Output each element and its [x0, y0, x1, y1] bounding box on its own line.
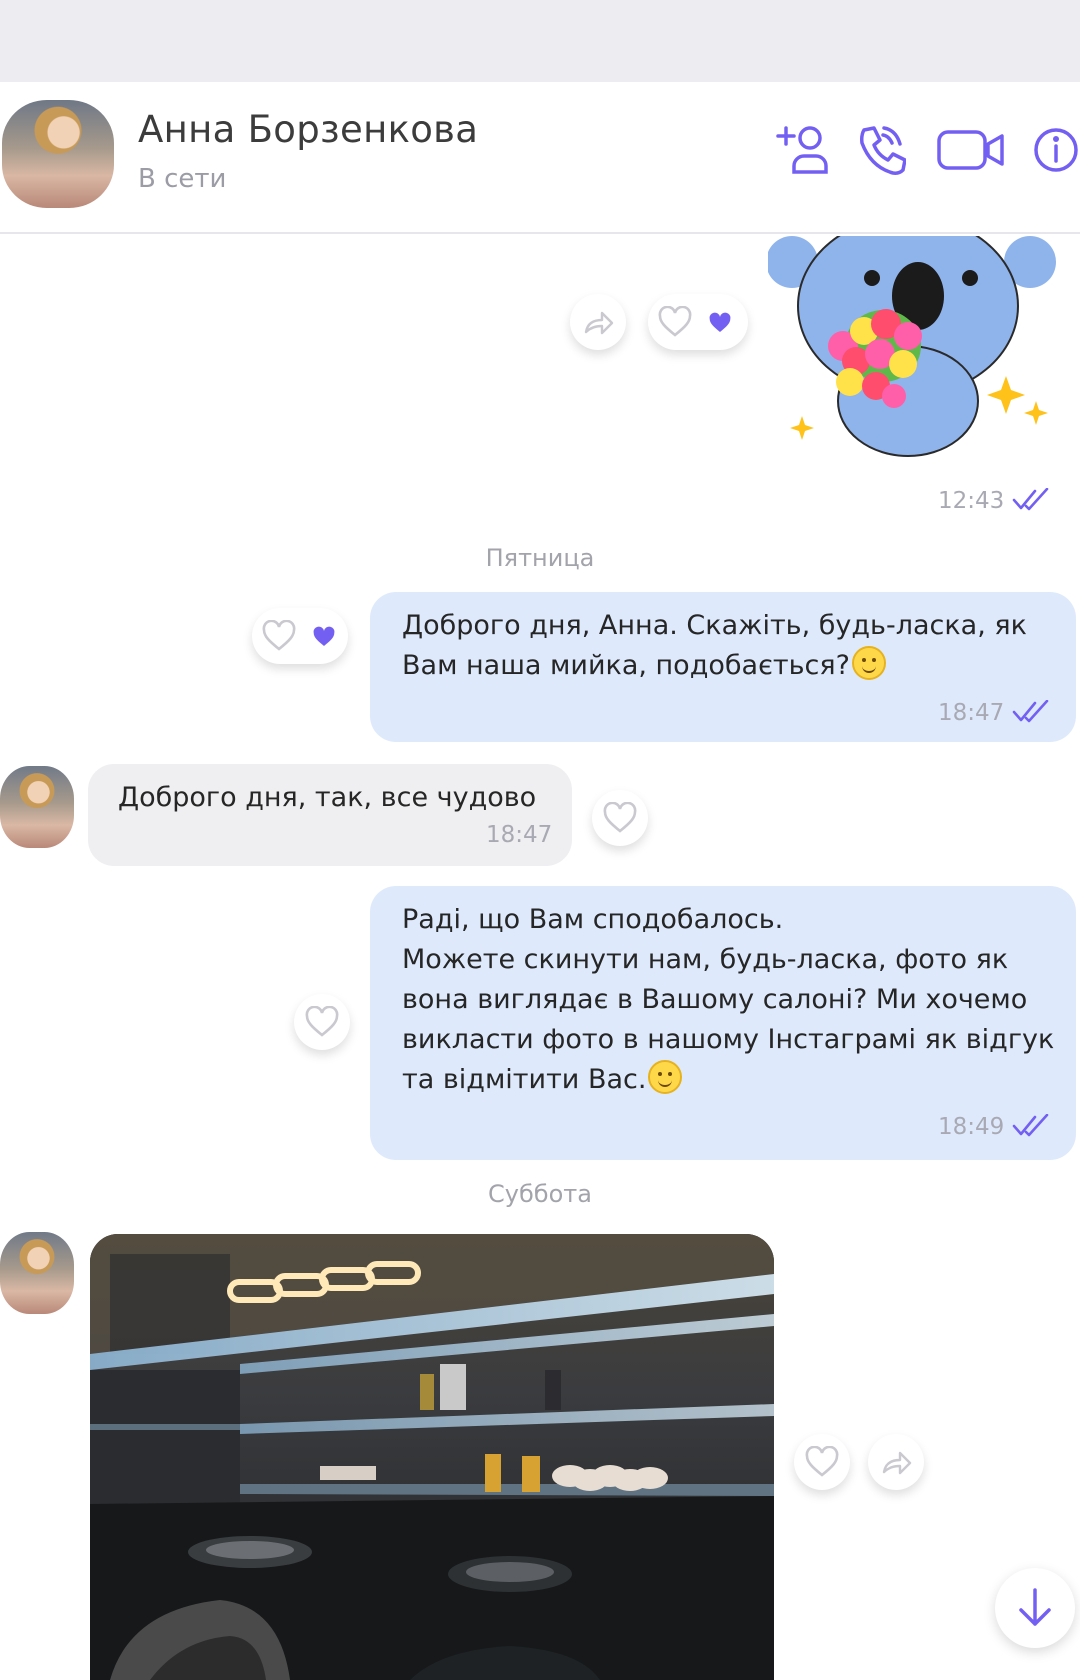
heart-filled-icon	[313, 626, 335, 646]
smile-emoji-icon	[648, 1060, 683, 1094]
outgoing-message-bubble[interactable]: Доброго дня, Анна. Скажіть, будь-ласка, …	[370, 592, 1076, 742]
smile-emoji-icon	[851, 646, 886, 680]
like-button[interactable]	[294, 994, 350, 1050]
day-separator: Суббота	[488, 1180, 592, 1208]
heart-outline-icon	[805, 1446, 839, 1477]
heart-outline-icon	[603, 802, 637, 833]
phone-icon[interactable]	[854, 122, 906, 178]
share-icon	[882, 1451, 912, 1475]
contact-avatar[interactable]	[2, 100, 114, 208]
message-time: 12:43	[938, 488, 1005, 514]
scroll-to-bottom-button[interactable]	[995, 1568, 1075, 1648]
video-icon[interactable]	[936, 122, 1006, 178]
contact-avatar-small[interactable]	[0, 1232, 74, 1314]
read-check-icon	[1012, 488, 1049, 511]
salon-photo[interactable]	[90, 1234, 774, 1680]
outgoing-message-bubble[interactable]: Раді, що Вам сподобалось. Можете скинути…	[370, 886, 1076, 1160]
read-check-icon	[1012, 700, 1049, 723]
contact-avatar-small[interactable]	[0, 766, 74, 848]
heart-outline-icon	[658, 306, 692, 337]
heart-outline-icon	[305, 1006, 339, 1037]
read-check-icon	[1012, 1114, 1049, 1137]
message-text-content: Доброго дня, Анна. Скажіть, будь-ласка, …	[402, 610, 1027, 681]
share-button[interactable]	[570, 294, 626, 350]
share-icon	[584, 311, 614, 335]
contact-status: В сети	[138, 164, 227, 194]
message-list[interactable]: 12:43 Пятница Доброго дня, Анна. Скажіть…	[0, 236, 1080, 1680]
like-button[interactable]	[592, 790, 648, 846]
message-text: Доброго дня, так, все чудово	[118, 782, 537, 813]
arrow-down-icon	[1019, 1588, 1051, 1626]
window-top-bar	[0, 0, 1080, 82]
message-text-content: Раді, що Вам сподобалось. Можете скинути…	[402, 904, 1055, 1095]
koala-sticker[interactable]	[768, 236, 1058, 466]
reactions-pill[interactable]	[252, 608, 348, 664]
heart-outline-icon	[262, 620, 296, 651]
message-time: 18:47	[938, 700, 1005, 726]
info-icon[interactable]	[1032, 122, 1080, 178]
reactions-pill[interactable]	[648, 294, 748, 350]
day-separator: Пятница	[485, 544, 595, 572]
message-text: Доброго дня, Анна. Скажіть, будь-ласка, …	[402, 606, 1062, 686]
add-contact-icon[interactable]	[774, 122, 834, 178]
incoming-message-bubble[interactable]: Доброго дня, так, все чудово 18:47	[88, 764, 572, 866]
message-time: 18:47	[486, 822, 553, 848]
share-button[interactable]	[868, 1434, 924, 1490]
message-time: 18:49	[938, 1114, 1005, 1140]
message-text: Раді, що Вам сподобалось. Можете скинути…	[402, 900, 1062, 1100]
like-button[interactable]	[794, 1434, 850, 1490]
chat-header	[0, 82, 1080, 234]
contact-name[interactable]: Анна Борзенкова	[138, 108, 478, 151]
heart-filled-icon	[709, 312, 731, 332]
